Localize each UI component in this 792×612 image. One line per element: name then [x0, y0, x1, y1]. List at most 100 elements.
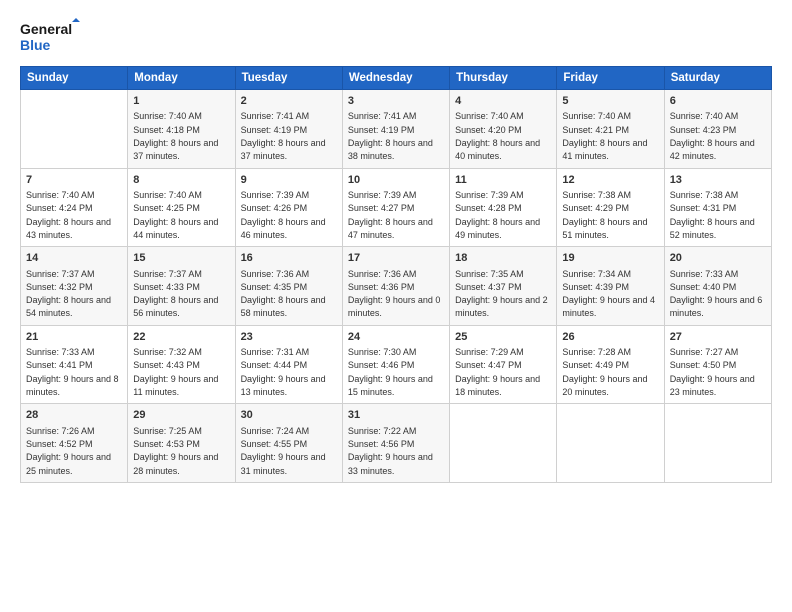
- calendar-cell: 11 Sunrise: 7:39 AMSunset: 4:28 PMDayligh…: [450, 168, 557, 247]
- day-info: Sunrise: 7:33 AMSunset: 4:40 PMDaylight:…: [670, 269, 763, 319]
- calendar-cell: 16 Sunrise: 7:36 AMSunset: 4:35 PMDayligh…: [235, 247, 342, 326]
- calendar-cell: 20 Sunrise: 7:33 AMSunset: 4:40 PMDayligh…: [664, 247, 771, 326]
- column-header-sunday: Sunday: [21, 67, 128, 90]
- week-row-2: 7Sunrise: 7:40 AMSunset: 4:24 PMDaylight…: [21, 168, 772, 247]
- day-number: 16: [241, 251, 337, 266]
- calendar-cell: 7Sunrise: 7:40 AMSunset: 4:24 PMDaylight…: [21, 168, 128, 247]
- column-header-thursday: Thursday: [450, 67, 557, 90]
- calendar-cell: [664, 404, 771, 483]
- day-info: Sunrise: 7:40 AMSunset: 4:18 PMDaylight:…: [133, 111, 218, 161]
- day-number: 25: [455, 330, 551, 345]
- day-info: Sunrise: 7:25 AMSunset: 4:53 PMDaylight:…: [133, 426, 218, 476]
- day-number: 19: [562, 251, 658, 266]
- calendar-cell: 10Sunrise: 7:39 AMSunset: 4:27 PMDayligh…: [342, 168, 449, 247]
- day-info: Sunrise: 7:40 AMSunset: 4:25 PMDaylight:…: [133, 190, 218, 240]
- column-header-monday: Monday: [128, 67, 235, 90]
- day-info: Sunrise: 7:40 AMSunset: 4:23 PMDaylight:…: [670, 111, 755, 161]
- day-number: 20: [670, 251, 766, 266]
- column-header-wednesday: Wednesday: [342, 67, 449, 90]
- day-number: 6: [670, 94, 766, 109]
- day-info: Sunrise: 7:41 AMSunset: 4:19 PMDaylight:…: [348, 111, 433, 161]
- calendar-cell: 17 Sunrise: 7:36 AMSunset: 4:36 PMDayligh…: [342, 247, 449, 326]
- calendar-cell: 14 Sunrise: 7:37 AMSunset: 4:32 PMDayligh…: [21, 247, 128, 326]
- day-info: Sunrise: 7:34 AMSunset: 4:39 PMDaylight:…: [562, 269, 655, 319]
- day-number: 18: [455, 251, 551, 266]
- calendar-cell: 24 Sunrise: 7:30 AMSunset: 4:46 PMDayligh…: [342, 325, 449, 404]
- calendar-table: SundayMondayTuesdayWednesdayThursdayFrid…: [20, 66, 772, 483]
- day-number: 22: [133, 330, 229, 345]
- page: General Blue SundayMondayTuesdayWednesda…: [0, 0, 792, 612]
- day-number: 13: [670, 173, 766, 188]
- day-info: Sunrise: 7:41 AMSunset: 4:19 PMDaylight:…: [241, 111, 326, 161]
- day-info: Sunrise: 7:38 AMSunset: 4:31 PMDaylight:…: [670, 190, 755, 240]
- svg-text:Blue: Blue: [20, 37, 51, 53]
- day-info: Sunrise: 7:29 AMSunset: 4:47 PMDaylight:…: [455, 347, 540, 397]
- day-number: 1: [133, 94, 229, 109]
- day-number: 24: [348, 330, 444, 345]
- day-number: 9: [241, 173, 337, 188]
- day-number: 27: [670, 330, 766, 345]
- day-number: 30: [241, 408, 337, 423]
- day-number: 3: [348, 94, 444, 109]
- calendar-cell: 2 Sunrise: 7:41 AMSunset: 4:19 PMDaylight…: [235, 90, 342, 169]
- calendar-cell: 19 Sunrise: 7:34 AMSunset: 4:39 PMDayligh…: [557, 247, 664, 326]
- week-row-4: 21 Sunrise: 7:33 AMSunset: 4:41 PMDayligh…: [21, 325, 772, 404]
- calendar-cell: 8Sunrise: 7:40 AMSunset: 4:25 PMDaylight…: [128, 168, 235, 247]
- column-header-tuesday: Tuesday: [235, 67, 342, 90]
- day-info: Sunrise: 7:22 AMSunset: 4:56 PMDaylight:…: [348, 426, 433, 476]
- day-info: Sunrise: 7:37 AMSunset: 4:32 PMDaylight:…: [26, 269, 111, 319]
- day-number: 21: [26, 330, 122, 345]
- day-info: Sunrise: 7:26 AMSunset: 4:52 PMDaylight:…: [26, 426, 111, 476]
- day-info: Sunrise: 7:40 AMSunset: 4:24 PMDaylight:…: [26, 190, 111, 240]
- calendar-cell: 18Sunrise: 7:35 AMSunset: 4:37 PMDayligh…: [450, 247, 557, 326]
- day-number: 17: [348, 251, 444, 266]
- day-info: Sunrise: 7:37 AMSunset: 4:33 PMDaylight:…: [133, 269, 218, 319]
- calendar-cell: 12 Sunrise: 7:38 AMSunset: 4:29 PMDayligh…: [557, 168, 664, 247]
- day-number: 10: [348, 173, 444, 188]
- day-number: 28: [26, 408, 122, 423]
- day-info: Sunrise: 7:32 AMSunset: 4:43 PMDaylight:…: [133, 347, 218, 397]
- week-row-3: 14 Sunrise: 7:37 AMSunset: 4:32 PMDayligh…: [21, 247, 772, 326]
- day-info: Sunrise: 7:40 AMSunset: 4:21 PMDaylight:…: [562, 111, 647, 161]
- day-number: 12: [562, 173, 658, 188]
- day-number: 5: [562, 94, 658, 109]
- logo: General Blue: [20, 18, 80, 56]
- day-info: Sunrise: 7:38 AMSunset: 4:29 PMDaylight:…: [562, 190, 647, 240]
- calendar-cell: [450, 404, 557, 483]
- column-header-friday: Friday: [557, 67, 664, 90]
- calendar-cell: 27Sunrise: 7:27 AMSunset: 4:50 PMDayligh…: [664, 325, 771, 404]
- calendar-cell: 31 Sunrise: 7:22 AMSunset: 4:56 PMDayligh…: [342, 404, 449, 483]
- day-info: Sunrise: 7:36 AMSunset: 4:35 PMDaylight:…: [241, 269, 326, 319]
- day-number: 31: [348, 408, 444, 423]
- day-info: Sunrise: 7:33 AMSunset: 4:41 PMDaylight:…: [26, 347, 119, 397]
- day-info: Sunrise: 7:39 AMSunset: 4:28 PMDaylight:…: [455, 190, 540, 240]
- calendar-cell: 13 Sunrise: 7:38 AMSunset: 4:31 PMDayligh…: [664, 168, 771, 247]
- calendar-cell: 23Sunrise: 7:31 AMSunset: 4:44 PMDayligh…: [235, 325, 342, 404]
- calendar-cell: 25 Sunrise: 7:29 AMSunset: 4:47 PMDayligh…: [450, 325, 557, 404]
- day-number: 26: [562, 330, 658, 345]
- calendar-cell: 9 Sunrise: 7:39 AMSunset: 4:26 PMDaylight…: [235, 168, 342, 247]
- calendar-cell: 4Sunrise: 7:40 AMSunset: 4:20 PMDaylight…: [450, 90, 557, 169]
- day-info: Sunrise: 7:31 AMSunset: 4:44 PMDaylight:…: [241, 347, 326, 397]
- calendar-cell: 21 Sunrise: 7:33 AMSunset: 4:41 PMDayligh…: [21, 325, 128, 404]
- day-info: Sunrise: 7:40 AMSunset: 4:20 PMDaylight:…: [455, 111, 540, 161]
- day-info: Sunrise: 7:30 AMSunset: 4:46 PMDaylight:…: [348, 347, 433, 397]
- header: General Blue: [20, 18, 772, 56]
- day-number: 29: [133, 408, 229, 423]
- day-info: Sunrise: 7:28 AMSunset: 4:49 PMDaylight:…: [562, 347, 647, 397]
- logo-svg: General Blue: [20, 18, 80, 56]
- calendar-cell: 15Sunrise: 7:37 AMSunset: 4:33 PMDayligh…: [128, 247, 235, 326]
- calendar-cell: 1 Sunrise: 7:40 AMSunset: 4:18 PMDaylight…: [128, 90, 235, 169]
- day-info: Sunrise: 7:36 AMSunset: 4:36 PMDaylight:…: [348, 269, 441, 319]
- calendar-cell: 29 Sunrise: 7:25 AMSunset: 4:53 PMDayligh…: [128, 404, 235, 483]
- day-info: Sunrise: 7:39 AMSunset: 4:26 PMDaylight:…: [241, 190, 326, 240]
- calendar-cell: [21, 90, 128, 169]
- calendar-cell: 22 Sunrise: 7:32 AMSunset: 4:43 PMDayligh…: [128, 325, 235, 404]
- day-number: 2: [241, 94, 337, 109]
- day-number: 11: [455, 173, 551, 188]
- header-row: SundayMondayTuesdayWednesdayThursdayFrid…: [21, 67, 772, 90]
- day-number: 14: [26, 251, 122, 266]
- calendar-cell: 28 Sunrise: 7:26 AMSunset: 4:52 PMDayligh…: [21, 404, 128, 483]
- week-row-1: 1 Sunrise: 7:40 AMSunset: 4:18 PMDaylight…: [21, 90, 772, 169]
- calendar-cell: [557, 404, 664, 483]
